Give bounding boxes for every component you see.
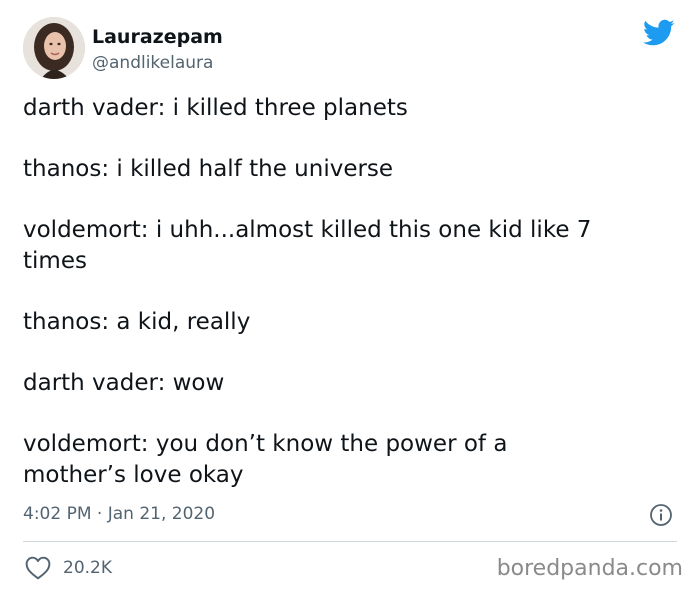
tweet-line: thanos: a kid, really <box>23 309 251 335</box>
tweet-line: thanos: i killed half the universe <box>23 156 394 182</box>
author-names: Laurazepam @andlikelaura <box>92 25 223 75</box>
heart-icon[interactable] <box>25 556 51 580</box>
avatar[interactable] <box>23 17 85 79</box>
tweet-text: darth vader: i killed three planets than… <box>23 93 673 491</box>
watermark: boredpanda.com <box>496 556 683 581</box>
tweet-header: Laurazepam @andlikelaura <box>23 17 683 79</box>
twitter-bird-icon[interactable] <box>643 19 675 47</box>
like-action[interactable]: 20.2K <box>25 555 112 581</box>
user-handle[interactable]: @andlikelaura <box>92 51 223 75</box>
tweet-line: voldemort: you don’t know the power of a… <box>23 431 508 488</box>
divider <box>23 541 677 542</box>
tweet-card: Laurazepam @andlikelaura darth vader: i … <box>0 0 700 593</box>
tweet-line: darth vader: wow <box>23 370 225 396</box>
tweet-timestamp[interactable]: 4:02 PM · Jan 21, 2020 <box>23 502 215 526</box>
tweet-line: voldemort: i uhh...almost killed this on… <box>23 217 592 274</box>
like-count: 20.2K <box>63 558 112 578</box>
tweet-line: darth vader: i killed three planets <box>23 95 408 121</box>
display-name[interactable]: Laurazepam <box>92 25 223 49</box>
info-icon[interactable] <box>649 503 673 527</box>
